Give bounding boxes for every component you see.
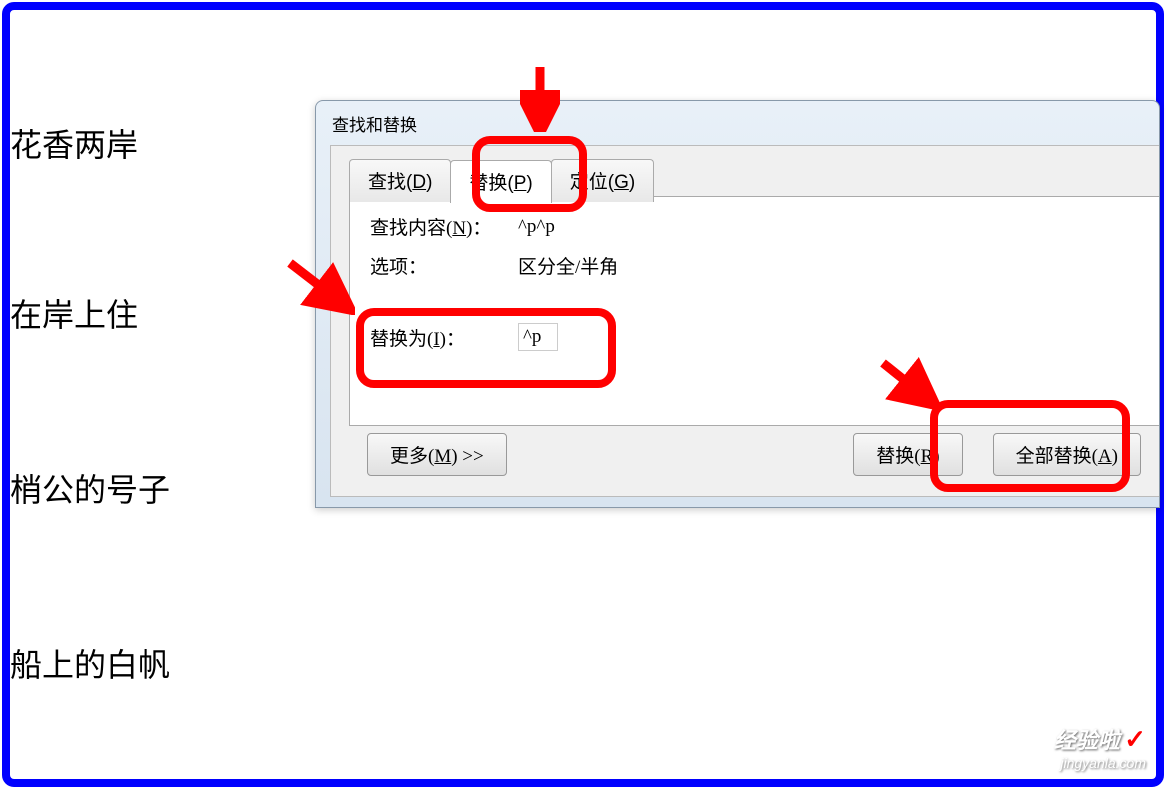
options-label: 选项：	[370, 252, 518, 279]
watermark-text: 经验啦	[1054, 728, 1120, 753]
bg-text-4: 船上的白帆	[10, 640, 170, 686]
options-value: 区分全/半角	[518, 252, 1139, 279]
tabs: 查找(D) 替换(P) 定位(G)	[349, 159, 653, 202]
bg-text-1: 花香两岸	[10, 120, 138, 166]
options-row: 选项： 区分全/半角	[370, 252, 1139, 279]
find-row: 查找内容(N)： ^p^p	[370, 213, 1139, 240]
find-label: 查找内容(N)：	[370, 213, 518, 240]
replace-row: 替换为(I)： ^p	[370, 323, 1139, 351]
tab-find[interactable]: 查找(D)	[349, 159, 451, 202]
watermark: 经验啦 ✓ jingyanla.com	[1054, 723, 1146, 771]
watermark-url: jingyanla.com	[1054, 755, 1146, 771]
dialog-body: 查找(D) 替换(P) 定位(G) 查找内容(N)： ^p^p 选项： 区分全/…	[330, 145, 1159, 497]
replace-button[interactable]: 替换(R)	[853, 433, 962, 476]
button-row: 更多(M) >> 替换(R) 全部替换(A)	[367, 433, 1141, 476]
replace-label: 替换为(I)：	[370, 324, 518, 351]
find-replace-dialog: 查找和替换 查找(D) 替换(P) 定位(G) 查找内容(N)： ^p^p 选项…	[315, 100, 1160, 508]
replace-value[interactable]: ^p	[518, 323, 1139, 351]
dialog-title: 查找和替换	[316, 101, 1159, 146]
tab-content: 查找内容(N)： ^p^p 选项： 区分全/半角 替换为(I)： ^p	[349, 196, 1159, 426]
find-value[interactable]: ^p^p	[518, 216, 1139, 238]
bg-text-3: 梢公的号子	[10, 465, 170, 511]
bg-text-2: 在岸上住	[10, 290, 138, 336]
tab-goto[interactable]: 定位(G)	[551, 159, 654, 202]
tab-replace[interactable]: 替换(P)	[450, 160, 551, 203]
replace-all-button[interactable]: 全部替换(A)	[993, 433, 1141, 476]
watermark-check-icon: ✓	[1124, 724, 1146, 754]
more-button[interactable]: 更多(M) >>	[367, 433, 507, 476]
